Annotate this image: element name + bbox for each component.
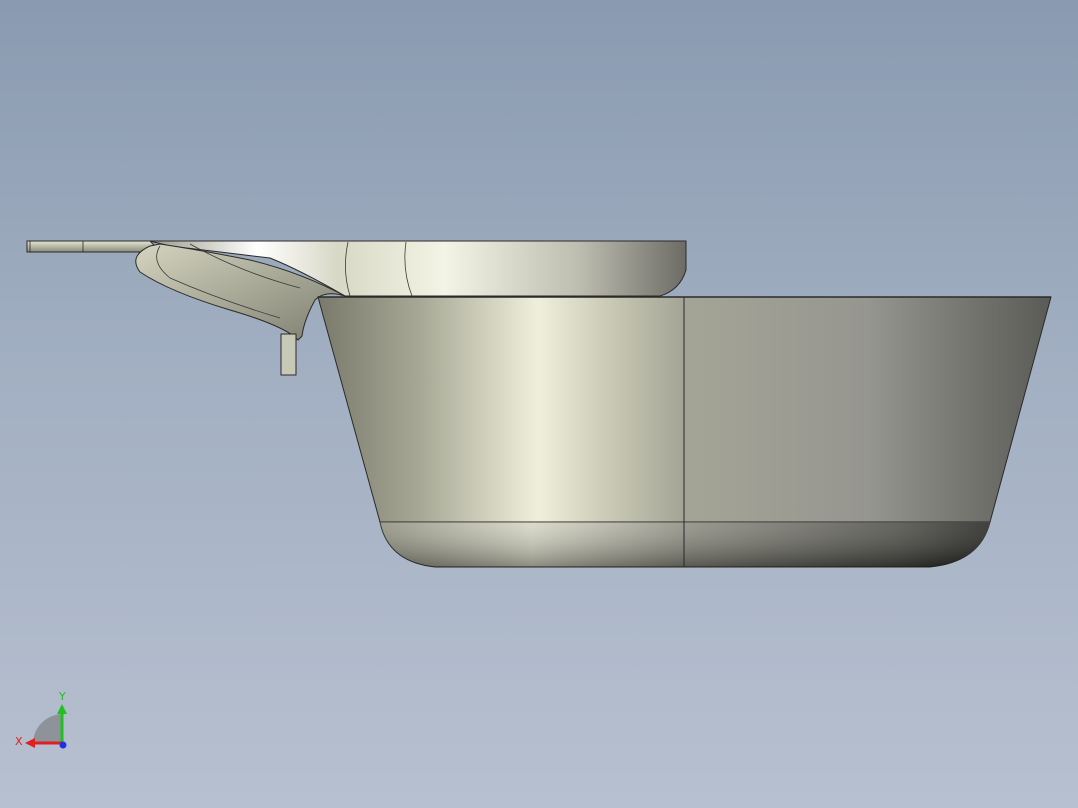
x-axis-arrow-icon	[25, 738, 35, 748]
reference-triad[interactable]: Y X	[15, 690, 67, 749]
y-axis-arrow-icon	[57, 704, 67, 714]
triad-arc	[33, 714, 62, 743]
y-axis-label: Y	[58, 690, 66, 703]
z-axis-dot-icon	[59, 741, 67, 749]
graphics-viewport[interactable]: Y X	[0, 0, 1078, 808]
hanging-tab[interactable]	[280, 333, 297, 376]
handle-bar[interactable]	[26, 240, 156, 253]
x-axis-label: X	[15, 735, 23, 748]
pan-bottom-shade	[380, 522, 990, 567]
pan-model[interactable]	[26, 240, 1052, 568]
